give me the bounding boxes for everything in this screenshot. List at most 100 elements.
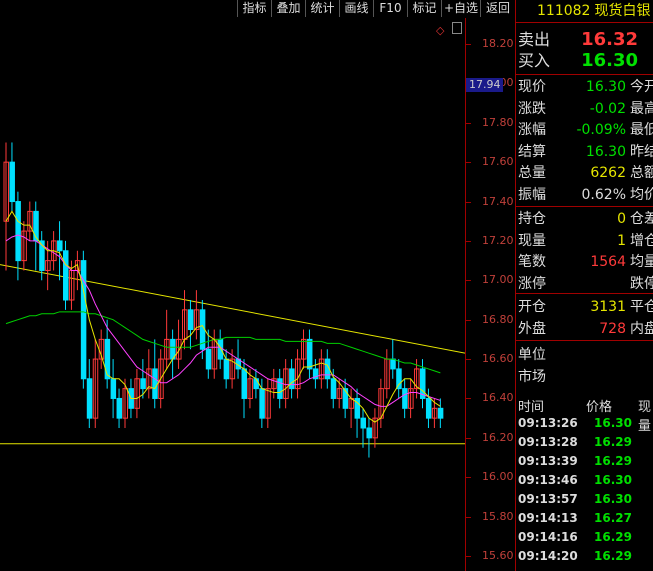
tick-price: 16.30 (594, 473, 632, 487)
buy-label: 买入 (518, 51, 551, 70)
quote-row-value: 3131 (590, 299, 626, 315)
axis-tick-mark (466, 201, 471, 203)
expand-icon[interactable] (452, 22, 462, 34)
tick-row[interactable]: 09:13:57 16.30 (516, 490, 653, 509)
candle-body (104, 338, 111, 380)
quote-row: 单位 (516, 345, 653, 365)
tick-row[interactable]: 09:13:46 16.30 (516, 471, 653, 490)
indicator-button[interactable]: 指标 (237, 0, 271, 17)
axis-tick-mark (466, 556, 471, 557)
candle-body (187, 309, 194, 331)
quote-row-value: 0 (617, 211, 626, 227)
quote-row: 持仓 0 仓差 (516, 209, 653, 229)
quote-row: 笔数 1564 均量 (516, 252, 653, 272)
tick-time: 09:13:57 (518, 492, 578, 506)
quote-row-label: 振幅 (518, 186, 546, 203)
quote-row: 涨停 跌停 (516, 274, 653, 294)
quote-row-label: 笔数 (518, 254, 546, 270)
axis-tick-label: 16.80 (482, 312, 514, 326)
axis-tick-label: 15.60 (482, 549, 514, 562)
quote-row-label-secondary: 最低 (630, 122, 653, 138)
candle-body (402, 388, 408, 409)
tick-row[interactable]: 09:14:20 16.29 (516, 547, 653, 566)
quote-row-value: 16.30 (585, 79, 626, 95)
axis-tick-mark (466, 437, 471, 439)
axis-tick-mark (466, 319, 471, 321)
quote-row: 结算 16.30 昨结 (516, 142, 653, 162)
axis-tick-mark (466, 44, 471, 45)
instrument-title: 111082 现货白银 (516, 0, 653, 22)
quote-row-value: 16.30 (585, 143, 626, 160)
quote-row-label: 持仓 (518, 211, 546, 227)
quote-row: 市场 (516, 367, 653, 387)
quote-row-label-secondary: 均量 (630, 254, 653, 270)
sell-value: 16.32 (581, 29, 638, 50)
price-axis: 18.2018.0017.8017.6017.4017.2017.0016.80… (465, 18, 516, 571)
mark-button[interactable]: 标记 (407, 0, 441, 17)
ma5-line (5, 210, 441, 423)
quote-row: 外盘 728 内盘 (516, 319, 653, 339)
divider (516, 206, 653, 207)
overlay-button[interactable]: 叠加 (271, 0, 305, 17)
candle-body (425, 397, 432, 419)
quote-row-value: 1 (617, 232, 626, 249)
quote-row: 总量 6262 总额 (516, 163, 653, 183)
quote-row-label-secondary: 均价 (630, 186, 653, 203)
quote-row-label: 外盘 (518, 320, 546, 337)
tick-time: 09:14:16 (518, 530, 578, 544)
f10-button[interactable]: F10 (373, 0, 407, 17)
axis-tick-label: 16.00 (482, 470, 514, 484)
candle-body (152, 368, 158, 399)
draw-line-button[interactable]: 画线 (339, 0, 373, 17)
axis-tick-mark (466, 359, 471, 361)
quote-row-value: 728 (599, 320, 626, 337)
quote-row-value: 0.62% (581, 186, 626, 203)
quote-row-label-secondary: 昨结 (630, 143, 653, 160)
tick-row[interactable]: 09:13:39 16.29 (516, 452, 653, 471)
back-button[interactable]: 返回 (480, 0, 515, 17)
candle-body (253, 378, 259, 390)
quote-row-value: -0.02 (589, 100, 626, 117)
candle-body (259, 388, 265, 419)
tick-time: 09:14:20 (518, 549, 578, 563)
sell-row: 卖出 16.32 (516, 30, 653, 50)
statistics-button[interactable]: 统计 (305, 0, 339, 17)
divider (516, 74, 653, 75)
quote-row: 现量 1 增仓 (516, 231, 653, 251)
quote-row: 开仓 3131 平仓 (516, 297, 653, 317)
axis-tick-label: 16.60 (482, 352, 514, 366)
candle-body (140, 378, 146, 390)
axis-tick-mark (466, 477, 471, 479)
quote-row-label-secondary: 最高 (630, 100, 653, 117)
candle-body (63, 250, 69, 301)
quote-row: 振幅 0.62% 均价 (516, 185, 653, 205)
axis-tick-label: 15.80 (482, 509, 514, 523)
tick-price: 16.27 (594, 511, 632, 525)
tick-row[interactable]: 09:13:26 16.30 (516, 414, 653, 433)
candle-body (277, 378, 283, 399)
quote-row-label: 结算 (518, 143, 546, 160)
candle-body (86, 378, 93, 419)
candle-body (366, 427, 372, 439)
candle-body (289, 368, 295, 390)
quote-row-label: 现量 (518, 232, 546, 249)
tick-price: 16.30 (594, 416, 632, 430)
candle-body (217, 338, 224, 360)
axis-tick-mark (466, 398, 471, 400)
quote-row-value: 1564 (590, 254, 626, 270)
tick-row[interactable]: 09:14:16 16.29 (516, 528, 653, 547)
quote-row-label: 单位 (518, 347, 546, 363)
tick-time: 09:13:26 (518, 416, 578, 430)
axis-tick-mark (466, 280, 471, 282)
candle-body (360, 417, 366, 429)
diamond-marker-icon[interactable]: ◇ (436, 24, 444, 37)
add-watchlist-button[interactable]: +自选 (441, 0, 480, 17)
tick-row[interactable]: 09:13:28 16.29 (516, 433, 653, 452)
candlestick-chart[interactable] (0, 18, 465, 571)
quote-row-label: 涨幅 (518, 122, 546, 138)
tick-row[interactable]: 09:14:13 16.27 (516, 509, 653, 528)
buy-value: 16.30 (581, 50, 638, 71)
divider (516, 340, 653, 341)
quote-row: 现价 16.30 今开 (516, 77, 653, 97)
candle-body (9, 161, 15, 203)
